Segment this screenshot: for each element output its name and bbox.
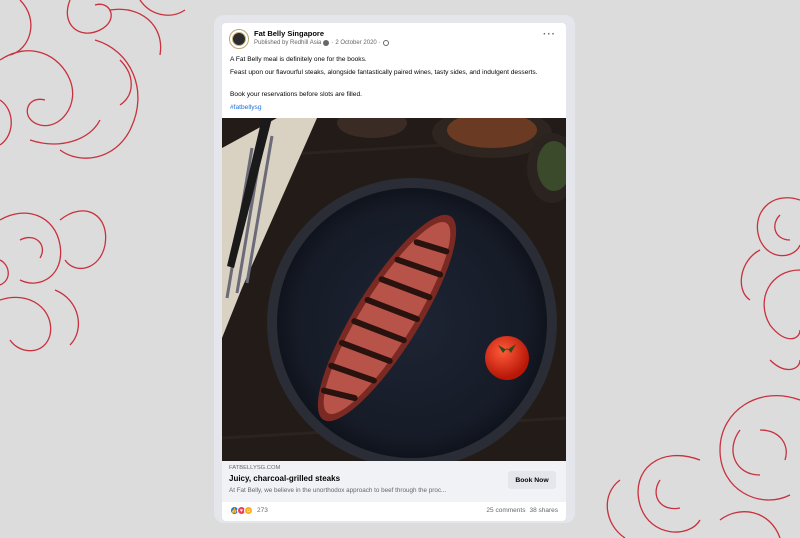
page-avatar[interactable] <box>229 29 249 49</box>
post-stats: 25 comments 38 shares <box>486 507 558 514</box>
info-icon[interactable] <box>323 40 330 46</box>
steak-photo[interactable] <box>222 118 566 461</box>
link-preview[interactable]: FATBELLYSG.COM Juicy, charcoal-grilled s… <box>222 461 566 502</box>
page-name[interactable]: Fat Belly Singapore <box>254 29 324 38</box>
link-description: At Fat Belly, we believe in the unorthod… <box>229 487 447 494</box>
shares-count[interactable]: 38 shares <box>529 507 558 514</box>
post-meta: Published by Redhill Asia · 2 October 20… <box>254 40 389 46</box>
haha-icon: ☺ <box>244 506 253 515</box>
reaction-count: 273 <box>257 507 268 514</box>
post-paragraph-1: A Fat Belly meal is definitely one for t… <box>230 56 367 63</box>
reactions[interactable]: 👍 ♥ ☺ 273 <box>230 506 268 515</box>
hashtag-link[interactable]: #fatbellysg <box>230 104 560 113</box>
separator-dot: · <box>331 40 334 46</box>
facebook-post: Fat Belly Singapore Published by Redhill… <box>222 23 566 521</box>
post-date[interactable]: 2 October 2020 <box>335 40 376 46</box>
book-now-button[interactable]: Book Now <box>508 471 556 489</box>
link-domain: FATBELLYSG.COM <box>229 465 281 471</box>
separator-dot: · <box>378 40 381 46</box>
link-title[interactable]: Juicy, charcoal-grilled steaks <box>229 474 340 483</box>
globe-icon <box>382 40 389 46</box>
post-footer: 👍 ♥ ☺ 273 25 comments 38 shares <box>222 502 566 521</box>
post-paragraph-3: Book your reservations before slots are … <box>230 91 362 98</box>
post-header: Fat Belly Singapore Published by Redhill… <box>222 23 566 53</box>
more-horizontal-icon[interactable]: ··· <box>543 29 556 40</box>
post-paragraph-2: Feast upon our flavourful steaks, alongs… <box>230 69 538 76</box>
published-by: Published by Redhill Asia <box>254 40 322 46</box>
comments-count[interactable]: 25 comments <box>486 507 525 514</box>
